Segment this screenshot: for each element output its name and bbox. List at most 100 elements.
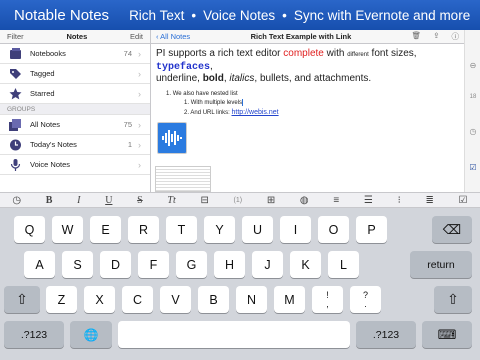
trash-icon[interactable]: 🗑: [412, 31, 422, 42]
sidebar-item-tagged[interactable]: Tagged ›: [0, 64, 150, 84]
hide-keyboard-key[interactable]: ⌨: [422, 321, 472, 348]
key-a[interactable]: A: [24, 251, 55, 278]
key-x[interactable]: X: [84, 286, 115, 313]
sidebar: Filter Notes Edit Notebooks 74 › Tagged …: [0, 30, 151, 192]
key-v[interactable]: V: [160, 286, 191, 313]
return-key[interactable]: return: [410, 251, 472, 278]
checkbox-icon[interactable]: ☑: [468, 162, 478, 172]
key-h[interactable]: H: [214, 251, 245, 278]
text-run-red: complete: [283, 48, 324, 59]
key-question-period[interactable]: ? .: [350, 286, 381, 313]
calendar-icon[interactable]: 18: [468, 92, 478, 102]
numbered-list-icon[interactable]: ≣: [425, 195, 433, 206]
decrease-icon[interactable]: ⊟: [200, 195, 208, 206]
sidebar-item-label: Voice Notes: [30, 160, 71, 169]
feature-separator: •: [191, 7, 197, 23]
list-number: 2.: [184, 110, 190, 117]
key-s[interactable]: S: [62, 251, 93, 278]
text-run: underline,: [156, 73, 203, 84]
key-w[interactable]: W: [52, 216, 83, 243]
groups-header: GROUPS: [0, 104, 150, 115]
screenshot-attachment[interactable]: [155, 166, 211, 192]
sidebar-item-todays-notes[interactable]: Today's Notes 1 ›: [0, 135, 150, 155]
star-icon: [9, 87, 22, 100]
key-b[interactable]: B: [198, 286, 229, 313]
numbers-key[interactable]: .?123: [4, 321, 64, 348]
brand-name: Notable Notes: [14, 6, 110, 24]
note-body[interactable]: PI supports a rich text editor complete …: [151, 44, 464, 122]
key-j[interactable]: J: [252, 251, 283, 278]
key-q[interactable]: Q: [14, 216, 45, 243]
list-item: 2. And URL links: http://webis.net: [166, 108, 459, 118]
key-i[interactable]: I: [280, 216, 311, 243]
bold-icon[interactable]: B: [46, 195, 53, 206]
tag-icon: [9, 67, 22, 80]
key-exclaim-comma[interactable]: ! ,: [312, 286, 343, 313]
key-p[interactable]: P: [356, 216, 387, 243]
key-c[interactable]: C: [122, 286, 153, 313]
chevron-right-icon: ›: [138, 48, 141, 59]
font-size-icon[interactable]: Tt: [167, 195, 175, 206]
color-fill-icon[interactable]: ◍: [300, 195, 309, 206]
key-m[interactable]: M: [274, 286, 305, 313]
list-item: 1. With multiple levels: [166, 99, 459, 108]
microphone-icon: [9, 158, 22, 171]
shift-key-left[interactable]: ⇧: [4, 286, 40, 313]
side-strip: ⊖ 18 ◷ ☑: [464, 30, 480, 192]
sidebar-item-all-notes[interactable]: All Notes 75 ›: [0, 115, 150, 135]
key-z[interactable]: Z: [46, 286, 77, 313]
space-bar[interactable]: [118, 321, 350, 348]
list-number: 1.: [184, 100, 190, 107]
globe-key[interactable]: 🌐: [70, 321, 112, 348]
sidebar-item-voice-notes[interactable]: Voice Notes ›: [0, 155, 150, 175]
underline-icon[interactable]: U: [105, 195, 112, 206]
backspace-key[interactable]: ⌫: [432, 216, 472, 243]
numbers-key[interactable]: .?123: [356, 321, 416, 348]
sidebar-item-label: All Notes: [30, 120, 61, 129]
info-icon[interactable]: ⓘ: [451, 31, 459, 42]
settings-icon[interactable]: ⊖: [468, 60, 478, 70]
sidebar-item-label: Tagged: [30, 69, 55, 78]
key-o[interactable]: O: [318, 216, 349, 243]
clock-icon[interactable]: ◷: [12, 195, 21, 206]
chevron-right-icon: ›: [138, 119, 141, 130]
note-title: Rich Text Example with Link: [250, 32, 352, 41]
key-f[interactable]: F: [138, 251, 169, 278]
key-u[interactable]: U: [242, 216, 273, 243]
text-run: PI supports a rich text editor: [156, 48, 284, 59]
italic-icon[interactable]: I: [77, 195, 80, 206]
key-l[interactable]: L: [328, 251, 359, 278]
audio-attachment[interactable]: [157, 122, 187, 154]
chevron-right-icon: ›: [138, 88, 141, 99]
key-n[interactable]: N: [236, 286, 267, 313]
checklist-icon[interactable]: ☑: [459, 195, 468, 206]
sidebar-item-label: Today's Notes: [30, 140, 77, 149]
url-link[interactable]: http://webis.net: [232, 109, 279, 116]
key-t[interactable]: T: [166, 216, 197, 243]
sidebar-item-label: Notebooks: [30, 49, 66, 58]
promo-banner: Notable Notes Rich Text • Voice Notes • …: [0, 0, 480, 30]
strikethrough-icon[interactable]: S: [137, 195, 143, 206]
sidebar-item-starred[interactable]: Starred ›: [0, 84, 150, 104]
align-center-icon[interactable]: ☰: [364, 195, 373, 206]
edit-button[interactable]: Edit: [130, 32, 143, 41]
key-r[interactable]: R: [128, 216, 159, 243]
key-g[interactable]: G: [176, 251, 207, 278]
key-lower-glyph: ,: [326, 298, 329, 309]
increase-icon[interactable]: ⊞: [267, 195, 275, 206]
key-k[interactable]: K: [290, 251, 321, 278]
key-y[interactable]: Y: [204, 216, 235, 243]
chevron-right-icon: ›: [138, 159, 141, 170]
back-button[interactable]: ‹ All Notes: [156, 32, 190, 41]
filter-button[interactable]: Filter: [7, 32, 24, 41]
key-e[interactable]: E: [90, 216, 121, 243]
align-left-icon[interactable]: ≡: [333, 195, 339, 206]
shift-key-right[interactable]: ⇧: [434, 286, 472, 313]
nested-list: 1. We also have nested list 1. With mult…: [156, 90, 459, 118]
bullet-list-icon[interactable]: ⁝: [398, 195, 401, 206]
share-icon[interactable]: ⇪: [433, 31, 439, 42]
clock-icon[interactable]: ◷: [468, 126, 478, 136]
key-lower-glyph: .: [364, 298, 367, 309]
sidebar-item-notebooks[interactable]: Notebooks 74 ›: [0, 44, 150, 64]
key-d[interactable]: D: [100, 251, 131, 278]
